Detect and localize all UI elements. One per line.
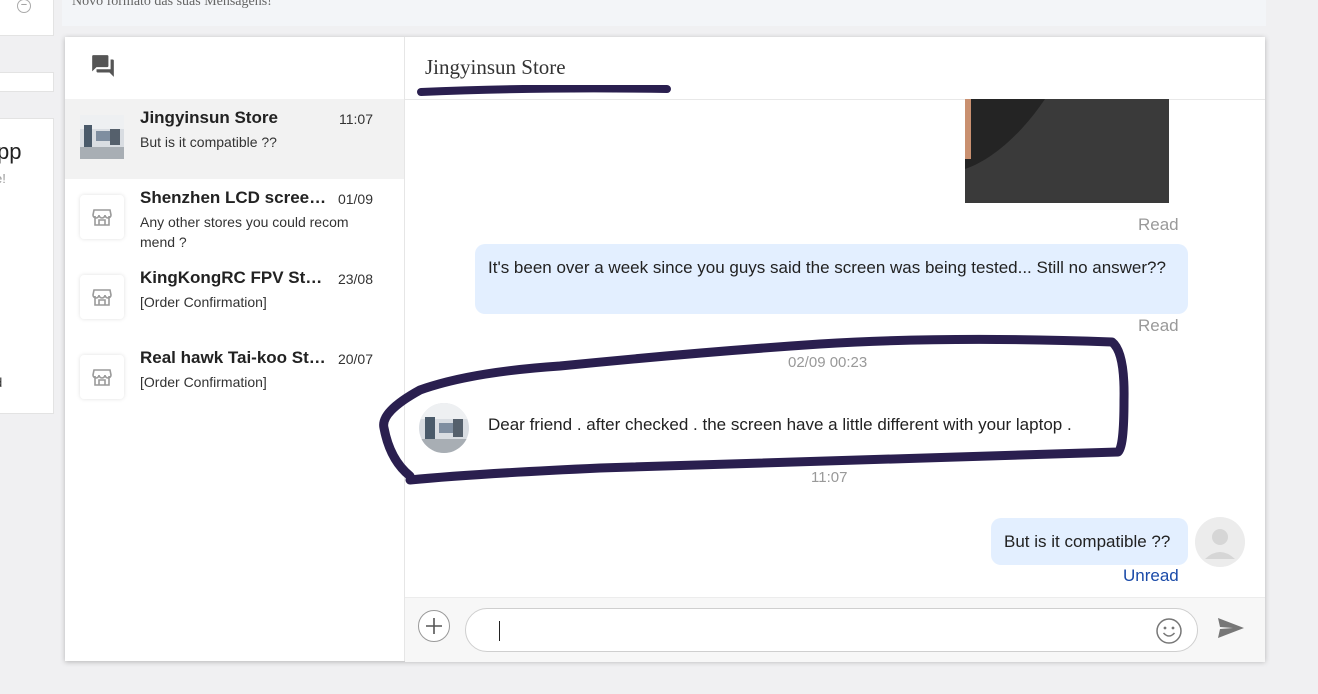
card-text: pp: [0, 139, 22, 164]
conversation-preview: But is it compatible ??: [140, 134, 277, 150]
emoji-icon[interactable]: [1155, 617, 1183, 645]
underline-annotation: [417, 85, 671, 96]
store-avatar: [80, 275, 124, 319]
left-card: [0, 72, 54, 92]
conversation-list: Jingyinsun Store 11:07 But is it compati…: [65, 37, 405, 661]
conversation-name: Shenzhen LCD screen Store: [140, 188, 328, 207]
conversation-item-jingyinsun[interactable]: Jingyinsun Store 11:07 But is it compati…: [65, 99, 404, 179]
conversation-time: 20/07: [337, 351, 373, 367]
conversation-time: 01/09: [337, 191, 373, 207]
card-text: e!: [0, 171, 6, 186]
chat-window: Jingyinsun Store Read It's been over a w…: [405, 37, 1265, 662]
conversation-time: 11:07: [339, 111, 373, 127]
chat-header: Jingyinsun Store: [405, 37, 1265, 100]
plus-icon: [426, 618, 442, 634]
store-avatar: [80, 195, 124, 239]
read-status: Read: [1138, 316, 1179, 335]
message-composer: [405, 597, 1265, 662]
left-card: −: [0, 0, 54, 36]
conversation-item-shenzhen[interactable]: Shenzhen LCD screen Store 01/09 Any othe…: [65, 179, 404, 259]
user-avatar: [1195, 517, 1245, 567]
conversation-name: KingKongRC FPV Store: [140, 268, 328, 287]
store-icon: [92, 369, 112, 386]
store-icon: [92, 209, 112, 226]
conversation-name: Jingyinsun Store: [140, 108, 278, 127]
conversation-item-realhawk[interactable]: Real hawk Tai-koo Store 20/07 [Order Con…: [65, 339, 404, 419]
store-avatar: [80, 115, 124, 159]
image-thumbnail: [965, 99, 1169, 203]
read-status: Read: [1138, 215, 1179, 234]
conversation-list-header: [65, 37, 404, 100]
conversation-preview: Any other stores you could recom mend ?: [140, 214, 349, 250]
store-avatar: [80, 355, 124, 399]
message-timestamp: 11:07: [811, 469, 848, 486]
conversation-preview: [Order Confirmation]: [140, 294, 267, 310]
conversation-time: 23/08: [337, 271, 373, 287]
store-avatar: [419, 403, 469, 453]
messages-panel: Jingyinsun Store 11:07 But is it compati…: [65, 37, 1265, 662]
conversation-name: Real hawk Tai-koo Store: [140, 348, 328, 367]
outgoing-message-bubble: But is it compatible ??: [991, 518, 1188, 565]
conversation-item-kingkongrc[interactable]: KingKongRC FPV Store 23/08 [Order Confir…: [65, 259, 404, 339]
outgoing-message-bubble: It's been over a week since you guys sai…: [475, 244, 1188, 314]
image-message[interactable]: [965, 99, 1169, 203]
banner-text: Novo formato das suas Mensagens!: [72, 0, 272, 9]
left-card: pp e! d: [0, 118, 54, 414]
message-input[interactable]: [465, 608, 1198, 652]
top-notification-banner: Novo formato das suas Mensagens!: [62, 0, 1266, 26]
text-caret: [499, 621, 500, 641]
add-attachment-button[interactable]: [418, 610, 450, 642]
chat-title: Jingyinsun Store: [425, 55, 566, 79]
send-icon[interactable]: [1217, 616, 1245, 640]
conversation-preview: [Order Confirmation]: [140, 374, 267, 390]
message-timestamp: 02/09 00:23: [788, 354, 868, 371]
store-icon: [92, 289, 112, 306]
unread-status: Unread: [1123, 566, 1179, 585]
chat-bubbles-icon[interactable]: [90, 53, 116, 79]
card-text: d: [0, 375, 2, 390]
incoming-message-text: Dear friend . after checked . the screen…: [488, 415, 1072, 434]
collapse-icon[interactable]: −: [17, 0, 31, 13]
default-user-icon: [1195, 517, 1245, 567]
